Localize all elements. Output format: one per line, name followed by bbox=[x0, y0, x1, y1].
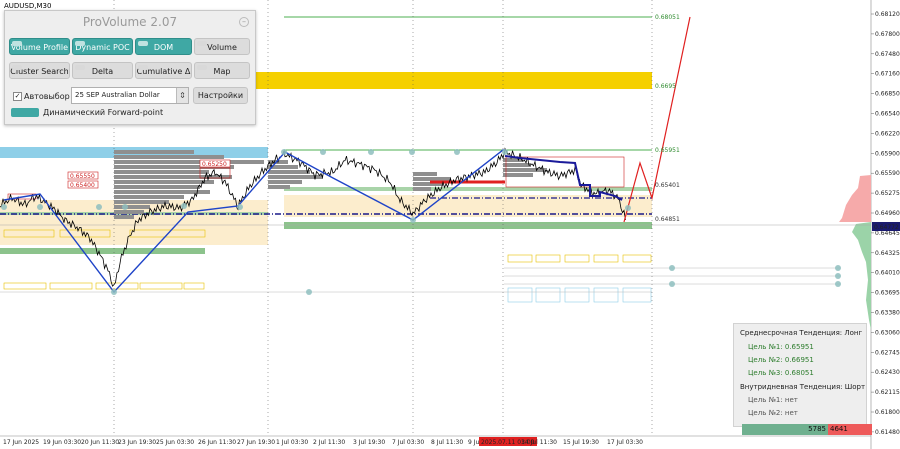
map-button[interactable]: Map bbox=[194, 62, 250, 79]
profile-label-2: 0.65400 bbox=[70, 182, 95, 189]
delta-button[interactable]: Delta bbox=[72, 62, 133, 79]
volume-profile-button[interactable]: Volume Profile bbox=[9, 38, 70, 55]
forecast-line bbox=[623, 16, 691, 223]
time-axis: 17 Jun 2025 19 Jun 03:30 20 Jun 11:3023 Ju… bbox=[3, 437, 643, 446]
time-tick-label: 15 Jul 19:30 bbox=[563, 439, 599, 446]
price-tick-label: 0.66540 bbox=[875, 111, 900, 118]
toggle-icon bbox=[11, 108, 39, 117]
price-tick-label: 0.62430 bbox=[875, 369, 900, 376]
dynamic-poc-button[interactable]: Dynamic POC bbox=[72, 38, 133, 55]
medium-target-3: Цель №3: 0.68051 bbox=[748, 369, 814, 377]
profile-label-3: 0.65250 bbox=[202, 161, 227, 168]
price-tick-label: 0.67160 bbox=[875, 71, 900, 78]
time-tick-label: 8 Jul 11:30 bbox=[431, 439, 463, 446]
time-tick-label: 3 Jul 19:30 bbox=[353, 439, 385, 446]
price-tick-label: 0.64010 bbox=[875, 270, 900, 277]
sell-volume: 4641 bbox=[828, 424, 872, 435]
buy-sell-volume-bar: 5785 4641 bbox=[742, 424, 872, 435]
time-tick-label: 1 Jul 03:30 bbox=[276, 439, 308, 446]
price-tick-label: 0.61480 bbox=[875, 429, 900, 436]
panel-title: ProVolume 2.07 bbox=[82, 15, 178, 29]
price-tick-label: 0.66850 bbox=[875, 91, 900, 98]
price-tick-label: 0.64960 bbox=[875, 210, 900, 217]
intraday-target-1: Цель №1: нет bbox=[748, 396, 798, 404]
time-tick-label: 26 Jun 11:30 bbox=[198, 439, 236, 446]
price-tick-label: 0.68120 bbox=[875, 11, 900, 18]
price-tick-label: 0.63695 bbox=[875, 290, 900, 297]
price-tick-label: 0.65275 bbox=[875, 190, 900, 197]
medium-target-2: Цель №2: 0.66951 bbox=[748, 356, 814, 364]
chevron-updown-icon[interactable]: ⇕ bbox=[176, 88, 188, 103]
toggle-icon bbox=[197, 41, 207, 46]
medium-target-1: Цель №1: 0.65951 bbox=[748, 343, 814, 351]
time-tick-label: 7 Jul 03:30 bbox=[392, 439, 424, 446]
cumulative-delta-button[interactable]: Cumulative Δ bbox=[135, 62, 192, 79]
price-tick-label: 0.61800 bbox=[875, 409, 900, 416]
checkmark-icon: ✓ bbox=[13, 92, 22, 101]
time-tick-label: 25 Jun 03:30 bbox=[156, 439, 194, 446]
level-label-2: 0.65951 bbox=[655, 147, 680, 154]
buy-volume: 5785 bbox=[742, 424, 828, 435]
price-tick-label: 0.67800 bbox=[875, 31, 900, 38]
price-tick-label: 0.62745 bbox=[875, 349, 900, 356]
price-tick-label: 0.64325 bbox=[875, 250, 900, 257]
time-tick-label: 14 Jul 11:30 bbox=[521, 439, 557, 446]
price-tick-label: 0.63060 bbox=[875, 329, 900, 336]
minimize-icon[interactable]: – bbox=[239, 17, 249, 27]
provolume-panel[interactable]: ProVolume 2.07 – Volume Profile Dynamic … bbox=[4, 10, 256, 125]
toggle-icon bbox=[138, 41, 148, 46]
price-tick-label: 0.65590 bbox=[875, 170, 900, 177]
time-tick-label: 23 Jun 19:30 bbox=[118, 439, 156, 446]
level-label-0: 0.68051 bbox=[655, 14, 680, 21]
profile-label-1: 0.65550 bbox=[70, 173, 95, 180]
time-tick-label: 17 Jun 2025 bbox=[3, 439, 39, 446]
price-tick-label: 0.63380 bbox=[875, 310, 900, 317]
toggle-icon bbox=[75, 41, 85, 46]
time-tick-label: 2 Jul 11:30 bbox=[313, 439, 345, 446]
intraday-target-2: Цель №2: нет bbox=[748, 409, 798, 417]
right-volume-profile bbox=[839, 175, 871, 330]
symbol-label: AUDUSD,M30 bbox=[4, 2, 52, 10]
trend-info-box: Среднесрочная Тенденция: Лонг Цель №1: 0… bbox=[733, 323, 867, 427]
price-tick-label: 0.67480 bbox=[875, 51, 900, 58]
cluster-search-button[interactable]: Cluster Search bbox=[9, 62, 70, 79]
time-tick-label: 20 Jun 11:30 bbox=[81, 439, 119, 446]
level-label-3: 0.65401 bbox=[655, 182, 680, 189]
level-label-4: 0.64851 bbox=[655, 216, 680, 223]
settings-button[interactable]: Настройки bbox=[193, 87, 248, 104]
forward-point-toggle[interactable]: Динамический Forward-point bbox=[11, 108, 163, 117]
volume-button[interactable]: Volume bbox=[194, 38, 250, 55]
contract-select[interactable]: 25 SEP Australian Dollar ⇕ bbox=[71, 87, 189, 104]
price-tick-label: 0.65900 bbox=[875, 150, 900, 157]
price-tick-label: 0.66220 bbox=[875, 130, 900, 137]
level-label-1: 0.6695 bbox=[655, 83, 676, 90]
medium-trend-title: Среднесрочная Тенденция: Лонг bbox=[740, 329, 863, 337]
toggle-icon bbox=[138, 65, 148, 70]
time-tick-label: 17 Jul 03:30 bbox=[607, 439, 643, 446]
dom-button[interactable]: DOM bbox=[135, 38, 192, 55]
time-tick-label: 27 Jun 19:30 bbox=[237, 439, 275, 446]
toggle-icon bbox=[197, 65, 207, 70]
price-tick-label: 0.62115 bbox=[875, 389, 900, 396]
toggle-icon bbox=[75, 65, 85, 70]
time-tick-label: 19 Jun 03:30 bbox=[43, 439, 81, 446]
auto-select-checkbox[interactable]: ✓ Автовыбор bbox=[13, 92, 70, 101]
intraday-trend-title: Внутридневная Тенденция: Шорт bbox=[740, 383, 866, 391]
toggle-icon bbox=[12, 65, 22, 70]
toggle-icon bbox=[12, 41, 22, 46]
resistance-zone bbox=[212, 72, 652, 89]
support-zone bbox=[0, 248, 205, 254]
current-price-label: 0.64772 bbox=[874, 224, 899, 231]
